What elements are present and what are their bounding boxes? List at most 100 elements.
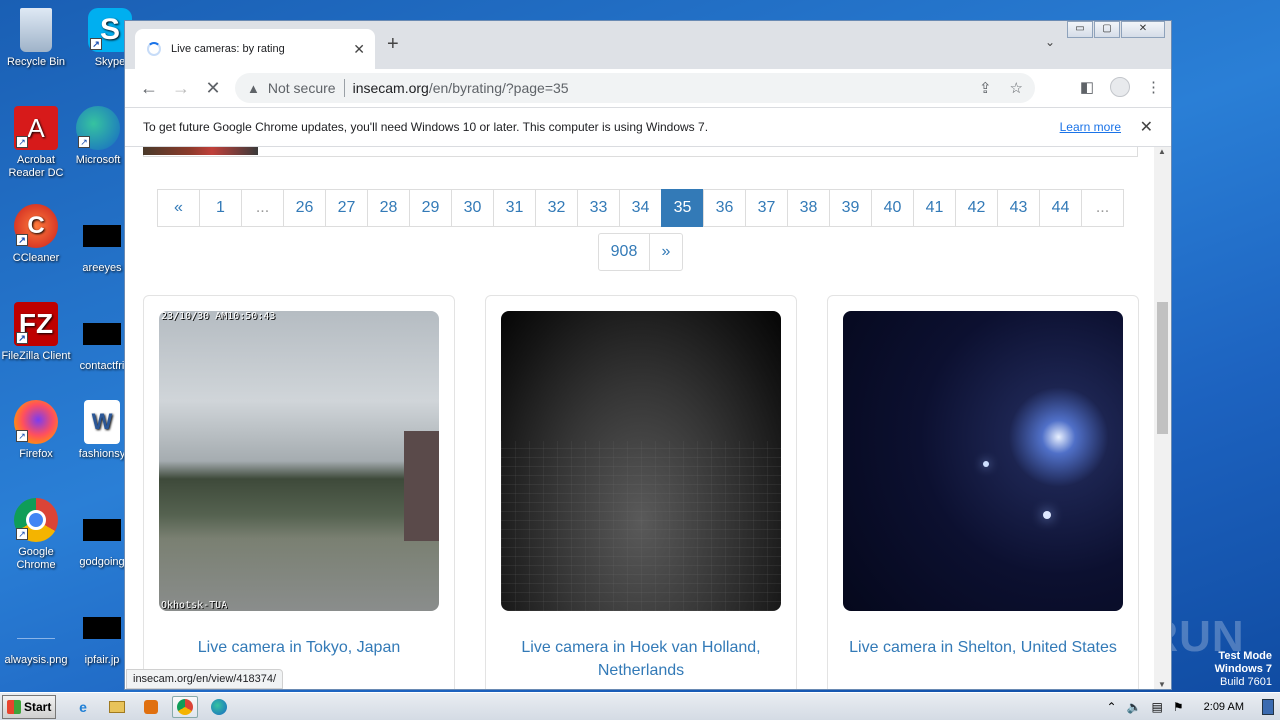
page-button[interactable]: 26 — [283, 189, 326, 227]
taskbar-chrome-icon[interactable] — [172, 695, 198, 718]
page-button[interactable]: ... — [1081, 189, 1124, 227]
bookmark-star-icon[interactable]: ☆ — [1010, 79, 1023, 97]
page-button[interactable]: « — [157, 189, 200, 227]
url-host: insecam.org — [352, 80, 429, 96]
desktop-icon-google-chrome[interactable]: ↗ Google Chrome — [0, 498, 74, 572]
tab-live-cameras[interactable]: Live cameras: by rating ✕ — [135, 29, 375, 69]
network-icon[interactable]: ▤ — [1152, 700, 1163, 714]
file-thumbnail-icon — [83, 617, 121, 639]
page-button[interactable]: » — [649, 233, 683, 271]
minimize-button[interactable]: ▭ — [1067, 21, 1093, 38]
menu-kebab-icon[interactable]: ⋮ — [1146, 78, 1161, 96]
camera-caption-link[interactable]: Live camera in Tokyo, Japan — [154, 636, 444, 659]
desktop-icon-alwaysis[interactable]: alwaysis.png — [0, 606, 74, 667]
address-bar[interactable]: ▲ Not secure insecam.org/en/byrating/?pa… — [235, 73, 1035, 103]
recycle-bin-icon — [20, 8, 52, 52]
tab-strip: Live cameras: by rating ✕ + ⌄ ▭ ▢ ✕ — [125, 21, 1171, 69]
word-document-icon: W — [84, 400, 120, 444]
page-content: «1... 26 27 28 29 30 31 32 33 34 35 36 37 38 39 40 41 42 4… — [125, 147, 1155, 689]
page-button[interactable]: 908 — [598, 233, 650, 271]
desktop-icon-filezilla[interactable]: FZ ↗ FileZilla Client — [0, 302, 74, 363]
previous-camera-thumbnail[interactable] — [143, 147, 258, 155]
profile-avatar-icon[interactable] — [1110, 77, 1130, 97]
page-button[interactable]: 36 — [703, 189, 746, 227]
system-tray: ⌃ 🔈 ▤ ⚑ 2:09 AM — [1107, 693, 1280, 720]
status-bubble-url: insecam.org/en/view/418374/ — [126, 669, 284, 689]
clock[interactable]: 2:09 AM — [1204, 701, 1244, 713]
camera-image[interactable]: 23/10/30 AM10:50:43 Okhotsk-TUA — [159, 311, 439, 611]
camera-grid: 23/10/30 AM10:50:43 Okhotsk-TUA Live cam… — [143, 295, 1143, 689]
learn-more-link[interactable]: Learn more — [1060, 120, 1121, 134]
tray-expand-icon[interactable]: ⌃ — [1107, 700, 1117, 714]
tab-search-chevron-icon[interactable]: ⌄ — [1045, 35, 1055, 49]
not-secure-label[interactable]: Not secure — [268, 80, 336, 96]
page-button[interactable]: 44 — [1039, 189, 1082, 227]
close-window-button[interactable]: ✕ — [1121, 21, 1165, 38]
page-button[interactable]: 39 — [829, 189, 872, 227]
desktop-icon-ccleaner[interactable]: C ↗ CCleaner — [0, 204, 74, 265]
tab-close-icon[interactable]: ✕ — [353, 41, 365, 58]
new-tab-button[interactable]: + — [387, 33, 399, 56]
page-button[interactable]: 30 — [451, 189, 494, 227]
page-button-current[interactable]: 35 — [661, 189, 704, 227]
desktop-icon-label: FileZilla Client — [1, 350, 71, 362]
show-desktop-button[interactable] — [1262, 699, 1274, 715]
infobar-close-icon[interactable]: ✕ — [1140, 117, 1153, 137]
scroll-down-arrow-icon[interactable]: ▼ — [1158, 680, 1166, 689]
page-button[interactable]: 41 — [913, 189, 956, 227]
camera-image[interactable] — [843, 311, 1123, 611]
desktop-icon-label: CCleaner — [12, 252, 60, 264]
page-button[interactable]: 32 — [535, 189, 578, 227]
page-button[interactable]: 42 — [955, 189, 998, 227]
taskbar-media-player-icon[interactable] — [138, 696, 164, 718]
taskbar-ie-icon[interactable]: e — [70, 696, 96, 718]
omnibox-divider — [343, 79, 345, 97]
stop-loading-button[interactable]: ✕ — [197, 78, 229, 99]
camera-timestamp-overlay: 23/10/30 AM10:50:43 — [161, 311, 276, 322]
toolbar-right: ◧ ⋮ — [1080, 77, 1161, 97]
start-button[interactable]: Start — [2, 694, 56, 719]
page-button[interactable]: 43 — [997, 189, 1040, 227]
maximize-button[interactable]: ▢ — [1094, 21, 1120, 38]
taskbar-explorer-icon[interactable] — [104, 696, 130, 718]
page-button[interactable]: 29 — [409, 189, 452, 227]
desktop-icon-firefox[interactable]: ↗ Firefox — [0, 400, 74, 461]
camera-caption-link[interactable]: Live camera in Shelton, United States — [838, 636, 1128, 659]
desktop-icon-label: Firefox — [19, 448, 53, 460]
browser-toolbar: ← → ✕ ▲ Not secure insecam.org/en/byrati… — [125, 69, 1171, 107]
page-button[interactable]: 27 — [325, 189, 368, 227]
scrollbar-thumb[interactable] — [1157, 302, 1168, 434]
warning-triangle-icon: ▲ — [247, 80, 260, 96]
action-center-flag-icon[interactable]: ⚑ — [1173, 700, 1184, 714]
taskbar-edge-icon[interactable] — [206, 696, 232, 718]
page-button[interactable]: 38 — [787, 189, 830, 227]
forward-button[interactable]: → — [165, 78, 197, 99]
page-button[interactable]: 40 — [871, 189, 914, 227]
url-text[interactable]: insecam.org/en/byrating/?page=35 — [353, 80, 569, 96]
page-button[interactable]: 31 — [493, 189, 536, 227]
infobar-message: To get future Google Chrome updates, you… — [143, 120, 709, 134]
update-infobar: To get future Google Chrome updates, you… — [125, 107, 1171, 147]
vertical-scrollbar[interactable]: ▲ ▼ — [1154, 147, 1171, 689]
desktop-icon-recycle-bin[interactable]: Recycle Bin — [0, 8, 74, 69]
back-button[interactable]: ← — [133, 78, 165, 99]
camera-caption-link[interactable]: Live camera in Hoek van Holland, Netherl… — [496, 636, 786, 682]
camera-image[interactable] — [501, 311, 781, 611]
shortcut-arrow-icon: ↗ — [90, 38, 102, 50]
page-button[interactable]: ... — [241, 189, 284, 227]
page-button[interactable]: 37 — [745, 189, 788, 227]
loading-spinner-icon — [147, 42, 161, 56]
camera-card: 23/10/30 AM10:50:43 Okhotsk-TUA Live cam… — [143, 295, 455, 689]
scroll-up-arrow-icon[interactable]: ▲ — [1158, 147, 1166, 156]
ccleaner-icon: C ↗ — [14, 204, 58, 248]
side-panel-icon[interactable]: ◧ — [1080, 78, 1094, 96]
page-button[interactable]: 34 — [619, 189, 662, 227]
file-thumbnail-icon — [83, 323, 121, 345]
page-button[interactable]: 33 — [577, 189, 620, 227]
volume-icon[interactable]: 🔈 — [1127, 700, 1142, 714]
page-button[interactable]: 1 — [199, 189, 242, 227]
desktop-icon-label: ipfair.jp — [84, 654, 120, 666]
shortcut-arrow-icon: ↗ — [16, 332, 28, 344]
share-icon[interactable]: ⇪ — [979, 79, 992, 97]
page-button[interactable]: 28 — [367, 189, 410, 227]
